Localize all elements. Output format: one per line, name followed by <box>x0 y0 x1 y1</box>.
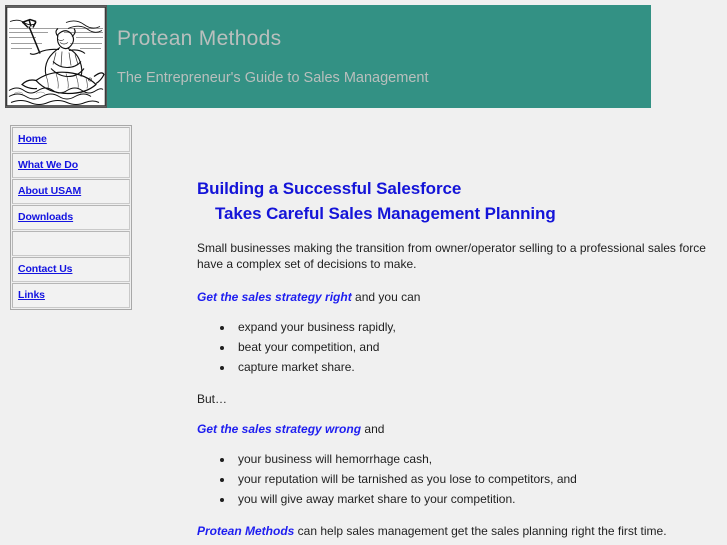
sidebar-link-downloads[interactable]: Downloads <box>18 211 73 223</box>
list-item: capture market share. <box>234 357 709 377</box>
sidebar-item-links[interactable]: Links <box>12 283 130 308</box>
proteus-woodcut-icon <box>6 6 106 107</box>
header-banner: Protean Methods The Entrepreneur's Guide… <box>107 5 651 108</box>
intro-paragraph: Small businesses making the transition f… <box>197 241 706 271</box>
site-logo <box>5 5 107 108</box>
strategy-wrong-lead: Get the sales strategy wrong and <box>197 421 709 437</box>
sidebar-item-contact-us[interactable]: Contact Us <box>12 257 130 282</box>
sidebar-item-downloads[interactable]: Downloads <box>12 205 130 230</box>
strategy-wrong-emphasis: Get the sales strategy wrong <box>197 422 362 436</box>
risks-list: your business will hemorrhage cash, your… <box>197 449 709 509</box>
strategy-right-lead: Get the sales strategy right and you can <box>197 289 709 305</box>
site-title: Protean Methods <box>117 27 282 50</box>
sidebar-link-about-usam[interactable]: About USAM <box>18 185 81 197</box>
sidebar-item-spacer <box>12 231 130 256</box>
main-content: Building a Successful Salesforce Takes C… <box>197 176 709 539</box>
site-tagline: The Entrepreneur's Guide to Sales Manage… <box>117 70 429 86</box>
list-item: your reputation will be tarnished as you… <box>234 469 709 489</box>
page-title: Building a Successful Salesforce Takes C… <box>197 176 709 226</box>
list-item: you will give away market share to your … <box>234 489 709 509</box>
site-masthead: Protean Methods The Entrepreneur's Guide… <box>5 5 651 108</box>
closing-rest: can help sales management get the sales … <box>294 524 667 538</box>
sidebar-item-what-we-do[interactable]: What We Do <box>12 153 130 178</box>
sidebar-link-links[interactable]: Links <box>18 289 45 301</box>
list-item: expand your business rapidly, <box>234 317 709 337</box>
closing-emphasis: Protean Methods <box>197 524 295 538</box>
sidebar-link-what-we-do[interactable]: What We Do <box>18 159 78 171</box>
sidebar-link-contact-us[interactable]: Contact Us <box>18 263 73 275</box>
strategy-right-rest: and you can <box>351 290 421 304</box>
benefits-list: expand your business rapidly, beat your … <box>197 317 709 377</box>
list-item: beat your competition, and <box>234 337 709 357</box>
strategy-wrong-rest: and <box>361 422 385 436</box>
sidebar-nav: Home What We Do About USAM Downloads Con… <box>10 125 132 310</box>
transition-text: But… <box>197 392 228 406</box>
sidebar-item-about-usam[interactable]: About USAM <box>12 179 130 204</box>
page-title-line-2: Takes Careful Sales Management Planning <box>215 204 556 223</box>
strategy-right-emphasis: Get the sales strategy right <box>197 290 352 304</box>
closing-paragraph: Protean Methods can help sales managemen… <box>197 523 709 539</box>
page-title-line-1: Building a Successful Salesforce <box>197 179 462 198</box>
sidebar-item-home[interactable]: Home <box>12 127 130 152</box>
list-item: your business will hemorrhage cash, <box>234 449 709 469</box>
sidebar-link-home[interactable]: Home <box>18 133 47 145</box>
